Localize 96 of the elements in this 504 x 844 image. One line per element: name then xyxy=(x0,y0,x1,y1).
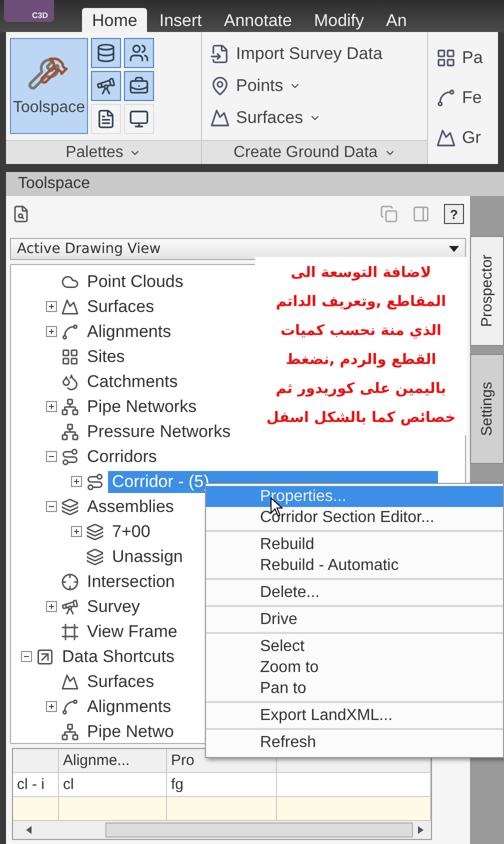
frame-icon xyxy=(61,622,79,640)
table-cell: cl - i xyxy=(13,773,59,796)
ribbon-item[interactable]: Gr xyxy=(434,126,485,150)
expand-icon[interactable] xyxy=(46,401,57,412)
table-cell: cl xyxy=(59,773,167,796)
ribbon-tab[interactable]: An xyxy=(376,8,417,32)
database-icon xyxy=(96,43,116,63)
mountain-icon xyxy=(61,672,79,690)
panel-title[interactable]: Palettes xyxy=(6,140,201,164)
sheet-icon xyxy=(96,109,116,129)
expand-icon[interactable] xyxy=(46,601,57,612)
tree-item[interactable]: Survey xyxy=(83,596,144,618)
palette-button[interactable] xyxy=(91,71,121,101)
panel-title-text: Palettes xyxy=(66,144,124,162)
tree-item[interactable]: Corridors xyxy=(83,446,161,468)
panel-title[interactable]: Create Ground Data xyxy=(202,140,427,164)
tree-item[interactable]: Surfaces xyxy=(83,670,158,692)
ribbon-tab[interactable]: Insert xyxy=(149,8,212,32)
palette-button[interactable] xyxy=(124,71,154,101)
annotation-text: لاضافة التوسعة الى المقاطع ,وتعريف الداتم الذي منة نحسب كميات القطع والردم ,نضغط باليمين على كوريدور ثم خصائص كما بالشكل اسفل xyxy=(255,257,467,435)
menu-item[interactable]: Corridor Section Editor... xyxy=(206,507,503,528)
ribbon-item[interactable]: Pa xyxy=(434,46,485,70)
layers-icon xyxy=(86,548,104,566)
menu-item[interactable]: Pan to xyxy=(206,678,503,699)
ribbon-tab[interactable]: Modify xyxy=(304,8,374,32)
import-icon xyxy=(210,44,230,64)
people-icon xyxy=(129,43,149,63)
menu-item[interactable]: Drive xyxy=(206,609,503,630)
mountain-icon xyxy=(61,298,79,316)
tree-item[interactable]: Alignments xyxy=(83,320,176,342)
view-dropdown[interactable]: Active Drawing View xyxy=(10,238,466,260)
curve-icon xyxy=(61,322,79,340)
menu-item[interactable]: Rebuild xyxy=(206,534,503,555)
column-header[interactable]: Alignme... xyxy=(59,749,167,772)
help-button[interactable]: ? xyxy=(444,204,464,224)
expand-icon[interactable] xyxy=(71,476,82,487)
tree-item[interactable]: Pipe Netwo xyxy=(83,720,178,742)
ribbon-item[interactable]: Points xyxy=(208,74,384,98)
tripod-icon xyxy=(96,76,116,96)
collapse-icon[interactable] xyxy=(46,501,57,512)
network-icon xyxy=(61,422,79,440)
palette-button[interactable] xyxy=(91,38,121,68)
ribbon-item[interactable]: Import Survey Data xyxy=(208,42,384,66)
tree-item[interactable]: Surfaces xyxy=(83,296,158,318)
tree-item[interactable]: Sites xyxy=(83,346,129,368)
toolbox-icon xyxy=(129,76,149,96)
expand-icon[interactable] xyxy=(71,526,82,537)
tree-item[interactable]: Pipe Networks xyxy=(83,396,201,418)
palette-button[interactable] xyxy=(124,38,154,68)
palette-title: Toolspace xyxy=(6,172,504,196)
panel-title-text: Create Ground Data xyxy=(233,144,378,162)
curve-icon xyxy=(61,698,79,716)
side-tab[interactable]: Settings xyxy=(470,354,504,464)
tripod-icon xyxy=(61,598,79,616)
crosshair-icon xyxy=(61,572,79,590)
tree-item[interactable]: Point Clouds xyxy=(83,270,188,292)
layers-icon xyxy=(61,498,79,516)
tree-item[interactable]: Unassign xyxy=(108,546,187,568)
tree-item[interactable]: View Frame xyxy=(83,620,182,642)
grid-icon xyxy=(61,348,79,366)
caret-icon xyxy=(449,246,459,252)
tree-item[interactable]: Intersection xyxy=(83,570,179,592)
tree-item[interactable]: Catchments xyxy=(83,370,182,392)
tree-item[interactable]: Alignments xyxy=(83,696,176,718)
collapse-icon[interactable] xyxy=(46,451,57,462)
side-tab[interactable]: Prospector xyxy=(470,236,504,346)
menu-item[interactable]: Select xyxy=(206,636,503,657)
scrollbar-drawing[interactable] xyxy=(13,821,431,839)
menu-item[interactable]: Zoom to xyxy=(206,657,503,678)
tree-item[interactable]: Assemblies xyxy=(83,496,178,518)
toolspace-button[interactable]: Toolspace xyxy=(10,38,88,134)
layers-icon xyxy=(86,522,104,540)
shortcut-icon xyxy=(36,648,54,666)
expand-icon[interactable] xyxy=(46,701,57,712)
expand-icon[interactable] xyxy=(46,301,57,312)
app-logo[interactable]: C3D xyxy=(4,0,54,22)
network-icon xyxy=(61,722,79,740)
monitor-icon xyxy=(129,109,149,129)
network-icon xyxy=(61,398,79,416)
ribbon-item[interactable]: Surfaces xyxy=(208,106,384,130)
collapse-icon[interactable] xyxy=(21,651,32,662)
expand-icon[interactable] xyxy=(46,326,57,337)
ribbon-tab[interactable]: Annotate xyxy=(214,8,302,32)
tree-item[interactable]: Data Shortcuts xyxy=(58,646,178,668)
tree-item[interactable]: 7+00 xyxy=(108,520,154,542)
tree-item[interactable]: Pressure Networks xyxy=(83,420,235,442)
droplets-icon xyxy=(61,372,79,390)
road-icon xyxy=(86,472,104,490)
ribbon-item[interactable]: Fe xyxy=(434,86,485,110)
table-cell: fg xyxy=(167,773,277,796)
menu-item[interactable]: Rebuild - Automatic xyxy=(206,555,503,576)
menu-item[interactable]: Export LandXML... xyxy=(206,705,503,726)
menu-item[interactable]: Delete... xyxy=(206,582,503,603)
search-icon[interactable] xyxy=(12,205,30,223)
road-icon xyxy=(61,448,79,466)
ribbon-tab[interactable]: Home xyxy=(82,8,148,32)
